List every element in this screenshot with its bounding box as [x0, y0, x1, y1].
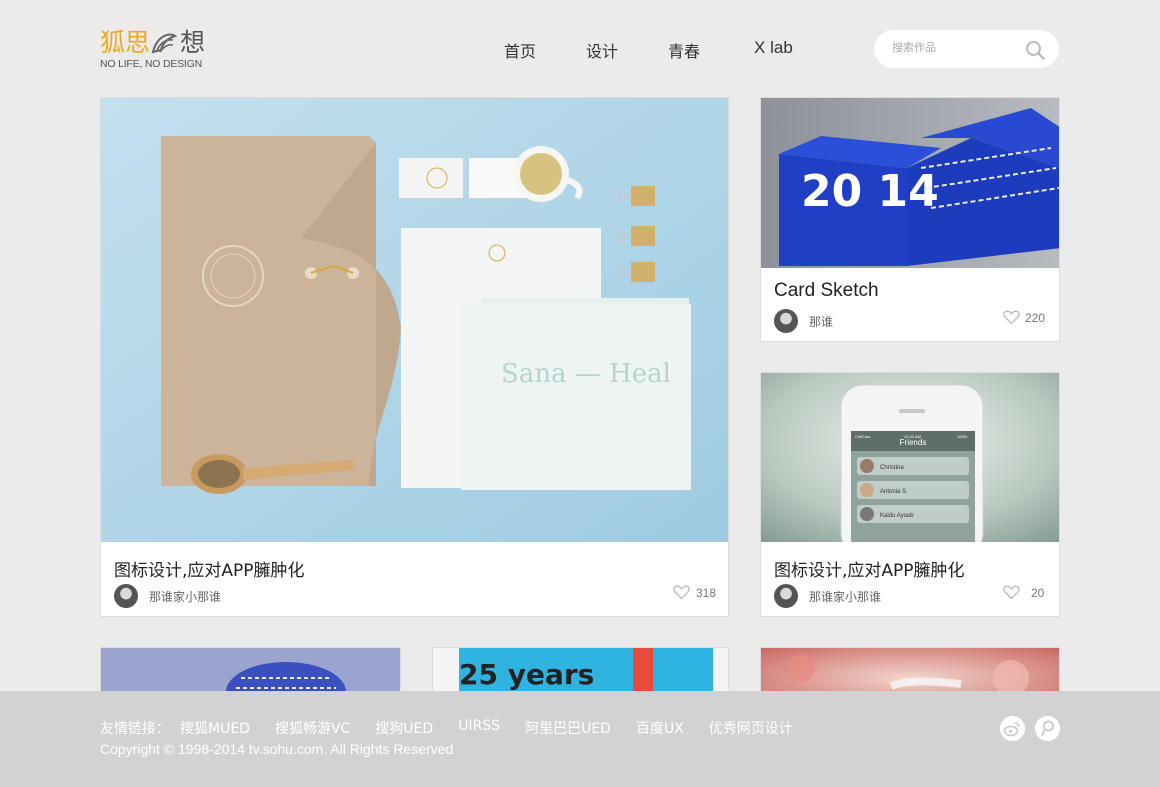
author-avatar[interactable]	[774, 309, 798, 333]
like-count: 318	[696, 586, 717, 600]
phone-battery: 100%	[957, 434, 968, 439]
site-logo[interactable]: 狐思 想 NO LIFE, NO DESIGN	[100, 26, 210, 74]
card-image[interactable]: Friends CellCars 12:42 AM 100% Christina…	[761, 373, 1059, 542]
work-card-card-sketch[interactable]: 20 14 Card Sketch 那谁 220	[760, 97, 1060, 342]
site-footer: 友情链接： 搜狐MUED 搜狐畅游VC 搜狗UED UIRSS 阿里巴巴UED …	[0, 691, 1160, 787]
card-title[interactable]: 图标设计,应对APP臃肿化	[774, 556, 965, 581]
main-nav: 首页 设计 青春 X lab	[504, 38, 843, 62]
phone-carrier: CellCars	[855, 434, 870, 439]
logo-text-secondary: 想	[180, 28, 206, 57]
footer-link[interactable]: 搜狐MUED	[180, 718, 250, 738]
like-count: 20	[1031, 586, 1045, 600]
nav-item-design[interactable]: 设计	[586, 38, 618, 62]
author-name[interactable]: 那谁家小那谁	[809, 588, 881, 605]
card-image[interactable]: Sana — Heal	[101, 98, 728, 542]
logo-wing-icon	[151, 33, 178, 54]
card-sketch-illustration: 20 14	[761, 98, 1059, 268]
friend-links: 友情链接： 搜狐MUED 搜狐畅游VC 搜狗UED UIRSS 阿里巴巴UED …	[100, 718, 818, 738]
author-avatar[interactable]	[774, 584, 798, 608]
partial-image-text: 25 years	[459, 658, 594, 691]
card-title[interactable]: 图标设计,应对APP臃肿化	[114, 556, 305, 581]
nav-item-home[interactable]: 首页	[504, 38, 536, 62]
nav-item-youth[interactable]: 青春	[668, 38, 700, 62]
weibo-icon[interactable]	[1000, 716, 1025, 741]
logo-tagline: NO LIFE, NO DESIGN	[100, 58, 202, 70]
work-card-stationery[interactable]: Sana — Heal 图标设计,应对APP臃肿化 那谁家小那谁 318	[100, 97, 729, 617]
footer-link[interactable]: 优秀网页设计	[709, 718, 793, 738]
author-name[interactable]: 那谁	[809, 313, 833, 330]
like-count: 220	[1025, 311, 1046, 325]
search-input[interactable]	[890, 40, 1014, 55]
footer-link[interactable]: 百度UX	[636, 718, 684, 738]
heart-icon[interactable]	[673, 585, 690, 600]
copyright: Copyright © 1998-2014 tv.sohu.com. All R…	[100, 741, 454, 757]
stationery-text: Sana — Heal	[501, 359, 671, 389]
heart-icon[interactable]	[1003, 585, 1020, 600]
author-name[interactable]: 那谁家小那谁	[149, 588, 221, 605]
phone-contact-1: Christina	[880, 465, 904, 471]
stationery-illustration: Sana — Heal	[101, 98, 728, 542]
tencent-weibo-icon[interactable]	[1035, 716, 1060, 741]
logo-text-primary: 狐思	[100, 28, 151, 57]
footer-link[interactable]: 搜狐畅游VC	[275, 718, 350, 738]
friend-links-label: 友情链接：	[100, 721, 170, 737]
card-sketch-text: 20 14	[801, 166, 939, 217]
work-card-app-icons[interactable]: Friends CellCars 12:42 AM 100% Christina…	[760, 372, 1060, 617]
nav-item-xlab[interactable]: X lab	[754, 38, 793, 62]
heart-icon[interactable]	[1003, 310, 1020, 325]
card-title[interactable]: Card Sketch	[774, 280, 879, 302]
card-image[interactable]: 20 14	[761, 98, 1059, 268]
search-icon[interactable]	[1025, 40, 1045, 60]
search-box	[874, 30, 1059, 68]
footer-link[interactable]: UIRSS	[458, 718, 500, 738]
phone-time: 12:42 AM	[904, 434, 921, 439]
footer-link[interactable]: 阿里巴巴UED	[525, 718, 611, 738]
author-avatar[interactable]	[114, 584, 138, 608]
phone-illustration: Friends CellCars 12:42 AM 100% Christina…	[761, 373, 1059, 542]
phone-contact-2: Antonia S.	[880, 489, 908, 495]
phone-contact-3: Kaidu Ayoub	[880, 513, 914, 519]
footer-link[interactable]: 搜狗UED	[375, 718, 433, 738]
phone-screen-title: Friends	[900, 438, 927, 447]
